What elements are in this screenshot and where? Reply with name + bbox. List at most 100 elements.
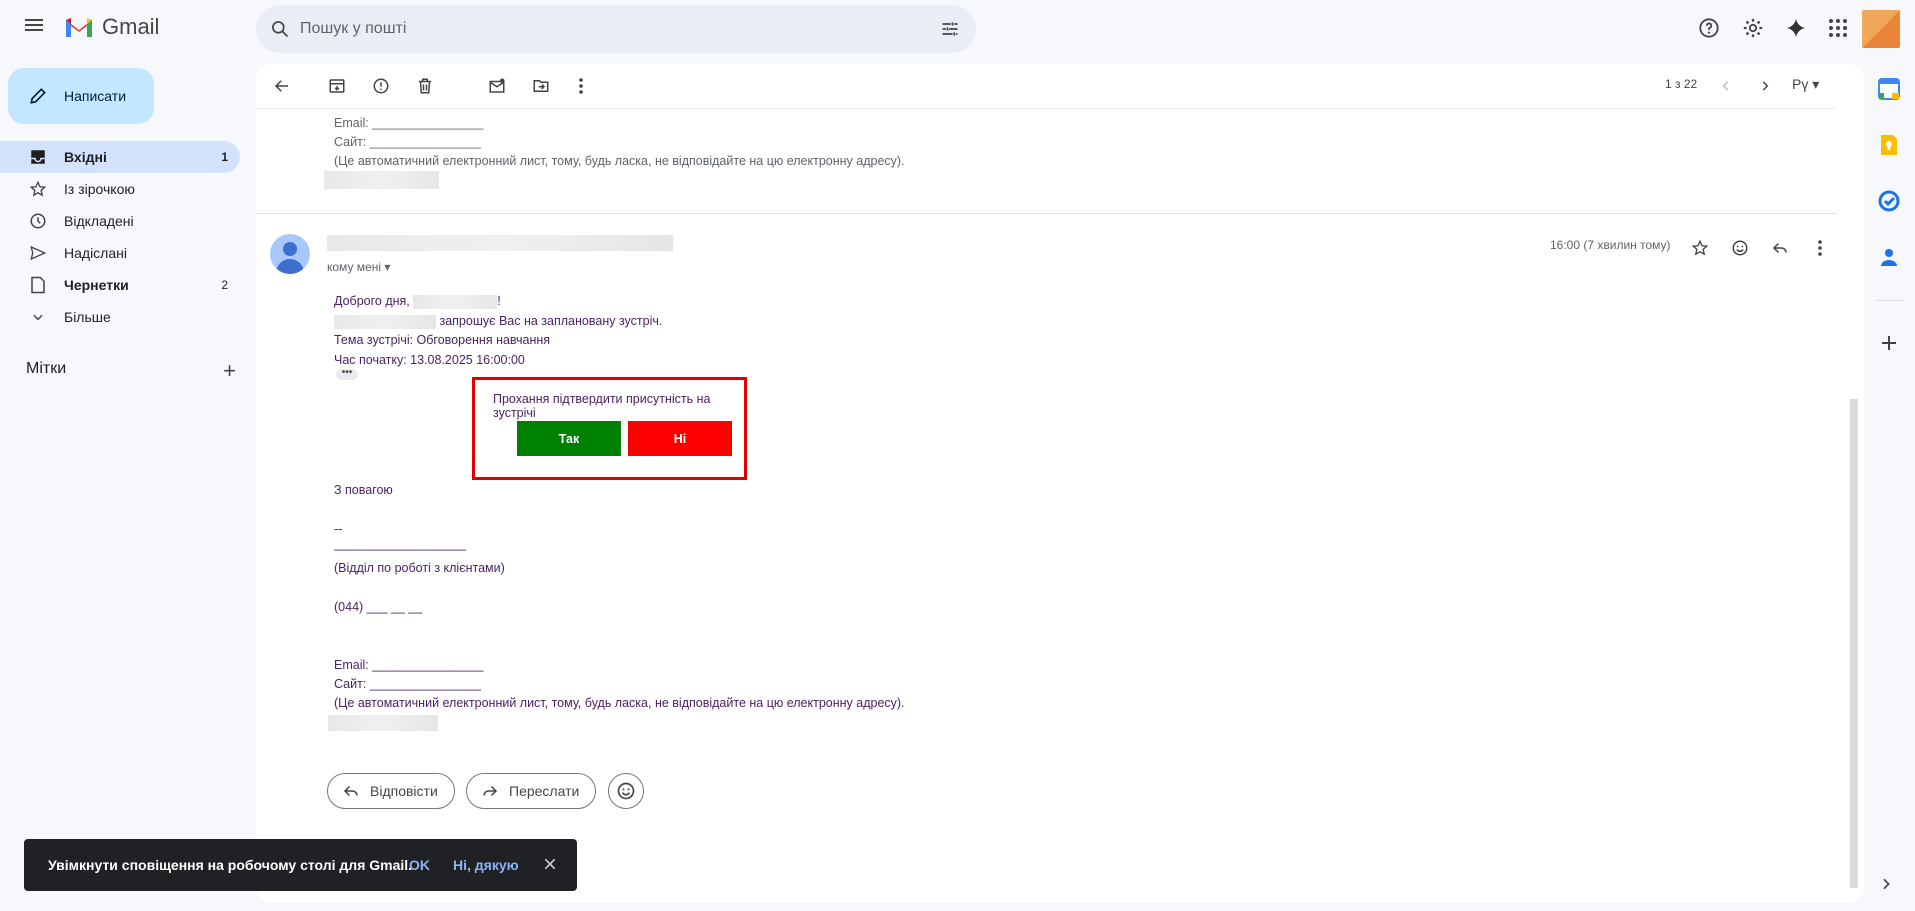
redacted-sender-name[interactable] (327, 234, 673, 251)
star-icon (28, 179, 48, 199)
reply-label: Відповісти (370, 783, 438, 799)
emoji-reaction-button[interactable] (608, 773, 644, 809)
reply-arrow-icon[interactable] (1768, 236, 1792, 260)
sidebar-item-inbox[interactable]: Вхідні 1 (0, 141, 240, 173)
calendar-icon[interactable] (1878, 78, 1900, 100)
sidebar-item-snoozed[interactable]: Відкладені (0, 205, 240, 237)
prev-note: (Це автоматичний електронний лист, тому,… (334, 154, 905, 168)
unread-count: 1 (221, 150, 228, 164)
settings-gear-icon[interactable] (1741, 16, 1765, 40)
draft-icon (28, 275, 48, 295)
sidebar-item-label: Відкладені (64, 213, 134, 229)
keep-icon[interactable] (1878, 134, 1900, 156)
invite-line: запрошує Вас на заплановану зустріч. (334, 313, 662, 329)
archive-icon[interactable] (325, 74, 349, 98)
pager-text: 1 з 22 (1665, 77, 1698, 91)
search-input[interactable] (300, 5, 900, 53)
signature-dashes: -- (334, 522, 343, 536)
inbox-icon (28, 147, 48, 167)
back-arrow-icon[interactable] (270, 74, 294, 98)
search-options-icon[interactable] (940, 19, 960, 39)
chevron-left-icon[interactable] (1714, 74, 1738, 98)
more-vert-icon[interactable] (569, 74, 593, 98)
side-panel-divider (1876, 300, 1904, 301)
clock-icon (28, 211, 48, 231)
email-line: Email: ________________ (334, 658, 484, 672)
greeting-line: Доброго дня, ! (334, 293, 501, 309)
show-trimmed-content-button[interactable]: ••• (336, 368, 358, 380)
close-icon[interactable] (542, 856, 558, 875)
reply-button[interactable]: Відповісти (327, 773, 455, 809)
tasks-icon[interactable] (1878, 190, 1900, 212)
phone-line: (044) ___ __ __ (334, 600, 423, 614)
scrollbar-thumb[interactable] (1850, 399, 1858, 888)
chevron-down-icon (28, 307, 48, 327)
top-bar: Gmail (0, 0, 1915, 56)
search-bar[interactable] (256, 5, 976, 53)
meeting-topic: Тема зустрічі: Обговорення навчання (334, 333, 551, 347)
chevron-right-icon[interactable] (1753, 74, 1777, 98)
draft-count: 2 (221, 278, 228, 292)
mark-unread-icon[interactable] (485, 74, 509, 98)
help-icon[interactable] (1697, 16, 1721, 40)
sender-avatar[interactable] (270, 234, 310, 274)
message-view: 1 з 22 Рү ▾ Email: ________________ Сайт… (256, 64, 1864, 903)
more-vert-icon[interactable] (1808, 236, 1832, 260)
snackbar-ok-button[interactable]: OK (409, 857, 430, 873)
pencil-icon (30, 88, 46, 104)
star-icon[interactable] (1688, 236, 1712, 260)
search-icon[interactable] (270, 19, 290, 39)
forward-button[interactable]: Переслати (466, 773, 597, 809)
forward-label: Переслати (509, 783, 580, 799)
move-to-folder-icon[interactable] (529, 74, 553, 98)
collapse-side-panel-icon[interactable] (1878, 876, 1900, 898)
gmail-logo[interactable]: Gmail (64, 14, 159, 40)
sidebar-item-label: Надіслані (64, 245, 127, 261)
sidebar-item-label: Із зірочкою (64, 181, 135, 197)
apps-grid-icon[interactable] (1826, 16, 1850, 40)
redacted-signature-image (324, 171, 439, 189)
sidebar-nav: Вхідні 1 Із зірочкою Відкладені Надіслан… (0, 141, 256, 333)
sidebar-item-drafts[interactable]: Чернетки 2 (0, 269, 240, 301)
sidebar-item-more[interactable]: Більше (0, 301, 240, 333)
account-avatar[interactable] (1862, 10, 1900, 48)
department-line: (Відділ по роботі з клієнтами) (334, 561, 505, 575)
sidebar-item-starred[interactable]: Із зірочкою (0, 173, 240, 205)
sidebar-item-label: Чернетки (64, 277, 129, 293)
smiley-icon (617, 782, 635, 800)
attendance-confirmation-box: Прохання підтвердити присутність на зуст… (472, 377, 747, 480)
gemini-sparkle-icon[interactable] (1784, 16, 1808, 40)
message-toolbar: 1 з 22 Рү ▾ (256, 64, 1856, 108)
report-spam-icon[interactable] (369, 74, 393, 98)
site-line: Сайт: ________________ (334, 677, 482, 691)
to-me-label: кому мені (327, 260, 381, 274)
labels-heading: Мітки (26, 360, 67, 377)
toolbar-divider (256, 108, 1836, 109)
confirmation-prompt: Прохання підтвердити присутність на зуст… (493, 392, 711, 420)
recipients-toggle[interactable]: кому мені ▾ (327, 260, 390, 274)
confirm-no-button[interactable]: Ні (628, 421, 732, 456)
auto-email-note: (Це автоматичний електронний лист, тому,… (334, 696, 905, 710)
delete-trash-icon[interactable] (413, 74, 437, 98)
sidebar-item-sent[interactable]: Надіслані (0, 237, 240, 269)
input-language-toggle[interactable]: Рү ▾ (1792, 76, 1819, 93)
snackbar-no-thanks-button[interactable]: Ні, дякую (453, 857, 519, 873)
greeting-end: ! (497, 294, 501, 308)
prev-site-line: Сайт: ________________ (334, 135, 482, 149)
regards-line: З повагою (334, 483, 393, 497)
signature-underline: ___________________ (334, 537, 467, 551)
forward-arrow-icon (483, 785, 498, 797)
emoji-react-icon[interactable] (1728, 236, 1752, 260)
compose-label: Написати (64, 88, 127, 104)
reply-arrow-icon (343, 785, 358, 797)
compose-button[interactable]: Написати (8, 68, 154, 124)
confirm-yes-button[interactable]: Так (517, 421, 621, 456)
meeting-start-time: Час початку: 13.08.2025 16:00:00 (334, 353, 525, 367)
redacted-recipient-name (413, 294, 498, 309)
redacted-organizer-name (334, 314, 436, 329)
add-addon-icon[interactable] (1878, 332, 1900, 354)
message-divider (256, 213, 1836, 214)
add-label-icon[interactable]: + (223, 358, 236, 384)
contacts-icon[interactable] (1878, 246, 1900, 268)
main-menu-icon[interactable] (22, 16, 46, 40)
